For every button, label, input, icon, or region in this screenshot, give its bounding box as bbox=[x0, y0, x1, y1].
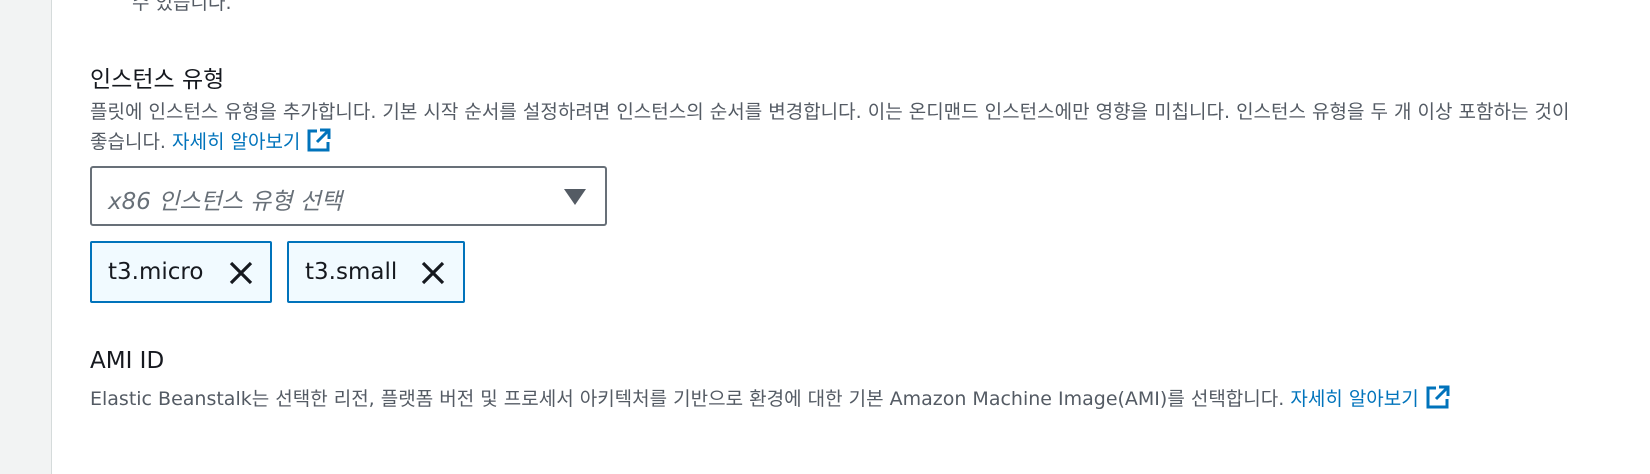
instance-type-select-placeholder: x86 인스턴스 유형 선택 bbox=[108, 189, 343, 215]
instance-types-description: 플릿에 인스턴스 유형을 추가합니다. 기본 시작 순서를 설정하려면 인스턴스… bbox=[90, 97, 1570, 157]
ami-learn-more-link[interactable]: 자세히 알아보기 bbox=[1290, 385, 1450, 410]
previous-section-text: 수 있습니다. bbox=[132, 0, 232, 14]
close-icon[interactable] bbox=[419, 259, 447, 287]
external-link-icon bbox=[307, 128, 331, 152]
instance-types-title: 인스턴스 유형 bbox=[90, 67, 225, 93]
instance-types-learn-more-link[interactable]: 자세히 알아보기 bbox=[172, 128, 332, 153]
token-label: t3.small bbox=[305, 259, 398, 285]
learn-more-label[interactable]: 자세히 알아보기 bbox=[1290, 388, 1418, 410]
external-link-icon bbox=[1426, 385, 1450, 409]
instance-type-select[interactable]: x86 인스턴스 유형 선택 bbox=[90, 166, 607, 226]
ami-id-title: AMI ID bbox=[90, 348, 165, 374]
close-icon[interactable] bbox=[227, 259, 255, 287]
ami-id-description: Elastic Beanstalk는 선택한 리전, 플랫폼 버전 및 프로세서… bbox=[90, 384, 1540, 414]
token-label: t3.micro bbox=[108, 259, 204, 285]
token-t3-micro: t3.micro bbox=[90, 241, 272, 303]
learn-more-label[interactable]: 자세히 알아보기 bbox=[172, 131, 300, 153]
ami-id-description-text: Elastic Beanstalk는 선택한 리전, 플랫폼 버전 및 프로세서… bbox=[90, 388, 1285, 410]
token-t3-small: t3.small bbox=[287, 241, 465, 303]
caret-down-icon bbox=[564, 189, 586, 205]
left-rail bbox=[0, 0, 52, 474]
